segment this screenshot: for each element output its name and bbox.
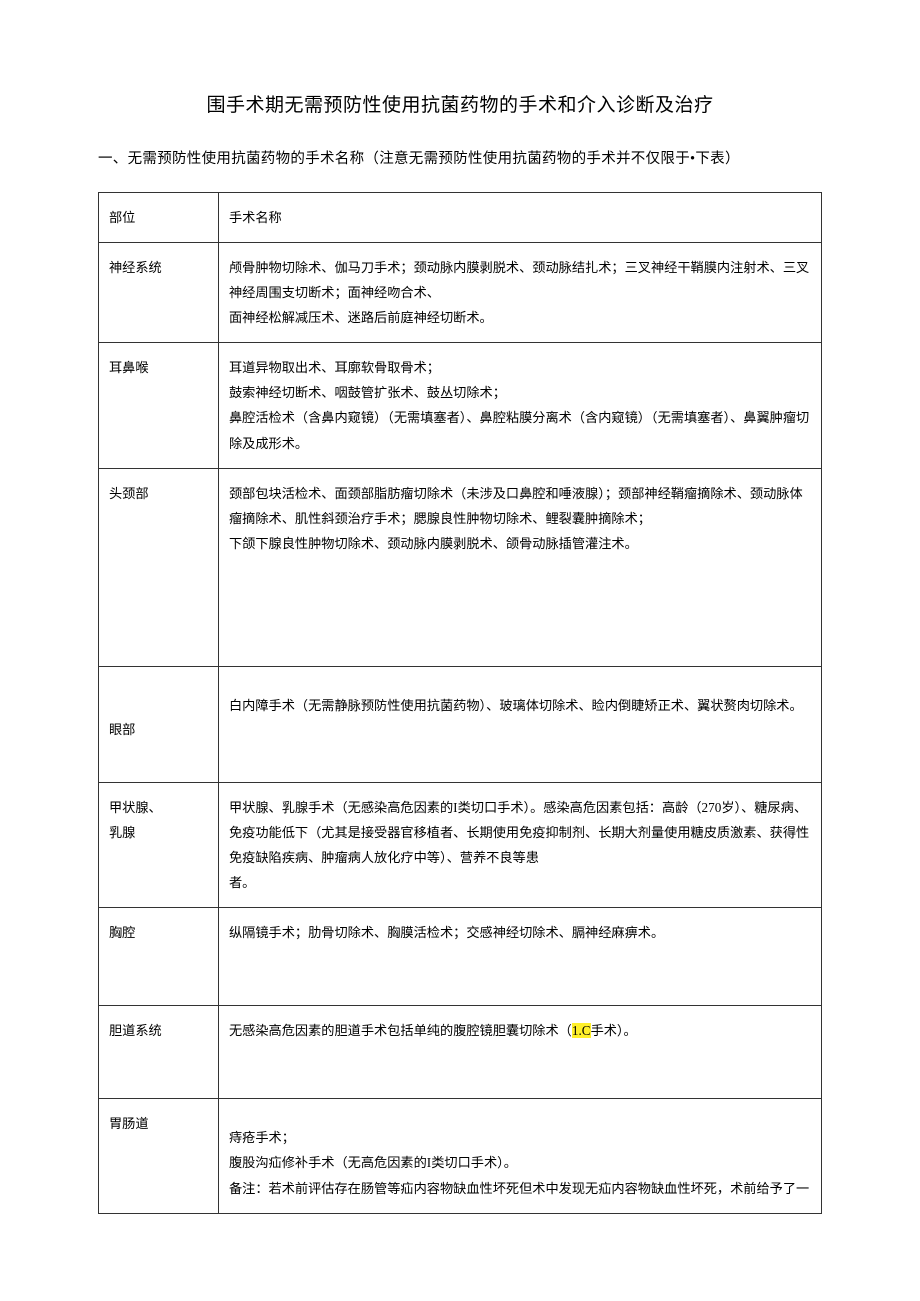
table-row: 胸腔纵隔镜手术；肋骨切除术、胸膜活检术；交感神经切除术、膈神经麻痹术。	[99, 908, 822, 1006]
table-row: 胆道系统无感染高危因素的胆道手术包括单纯的腹腔镜胆囊切除术（1.C手术）。	[99, 1006, 822, 1099]
highlighted-text: 1.C	[572, 1023, 591, 1038]
table-row: 眼部白内障手术（无需静脉预防性使用抗菌药物）、玻璃体切除术、睑内倒睫矫正术、翼状…	[99, 666, 822, 782]
table-row: 甲状腺、乳腺甲状腺、乳腺手术（无感染高危因素的I类切口手术）。感染高危因素包括：…	[99, 782, 822, 907]
cell-name: 痔疮手术；腹股沟疝修补手术（无高危因素的I类切口手术）。备注：若术前评估存在肠管…	[219, 1099, 822, 1213]
table-row: 神经系统颅骨肿物切除术、伽马刀手术；颈动脉内膜剥脱术、颈动脉结扎术；三叉神经干鞘…	[99, 243, 822, 343]
cell-name: 颈部包块活检术、面颈部脂肪瘤切除术（未涉及口鼻腔和唾液腺）；颈部神经鞘瘤摘除术、…	[219, 468, 822, 666]
cell-site: 头颈部	[99, 468, 219, 666]
column-header-site: 部位	[99, 193, 219, 243]
cell-name: 甲状腺、乳腺手术（无感染高危因素的I类切口手术）。感染高危因素包括：高龄（270…	[219, 782, 822, 907]
cell-name: 耳道异物取出术、耳廓软骨取骨术；鼓索神经切断术、咽鼓管扩张术、鼓丛切除术；鼻腔活…	[219, 343, 822, 468]
surgery-table: 部位手术名称神经系统颅骨肿物切除术、伽马刀手术；颈动脉内膜剥脱术、颈动脉结扎术；…	[98, 192, 822, 1214]
cell-name: 颅骨肿物切除术、伽马刀手术；颈动脉内膜剥脱术、颈动脉结扎术；三叉神经干鞘膜内注射…	[219, 243, 822, 343]
cell-site: 胆道系统	[99, 1006, 219, 1099]
column-header-name: 手术名称	[219, 193, 822, 243]
cell-site: 胃肠道	[99, 1099, 219, 1213]
cell-site: 眼部	[99, 666, 219, 782]
cell-site: 神经系统	[99, 243, 219, 343]
table-row: 头颈部颈部包块活检术、面颈部脂肪瘤切除术（未涉及口鼻腔和唾液腺）；颈部神经鞘瘤摘…	[99, 468, 822, 666]
document-title: 围手术期无需预防性使用抗菌药物的手术和介入诊断及治疗	[98, 90, 822, 117]
cell-name: 无感染高危因素的胆道手术包括单纯的腹腔镜胆囊切除术（1.C手术）。	[219, 1006, 822, 1099]
cell-name: 白内障手术（无需静脉预防性使用抗菌药物）、玻璃体切除术、睑内倒睫矫正术、翼状赘肉…	[219, 666, 822, 782]
table-row: 胃肠道痔疮手术；腹股沟疝修补手术（无高危因素的I类切口手术）。备注：若术前评估存…	[99, 1099, 822, 1213]
table-header-row: 部位手术名称	[99, 193, 822, 243]
cell-site: 胸腔	[99, 908, 219, 1006]
section-heading: 一、无需预防性使用抗菌药物的手术名称（注意无需预防性使用抗菌药物的手术并不仅限于…	[98, 147, 822, 168]
cell-site: 耳鼻喉	[99, 343, 219, 468]
cell-name: 纵隔镜手术；肋骨切除术、胸膜活检术；交感神经切除术、膈神经麻痹术。	[219, 908, 822, 1006]
cell-site: 甲状腺、乳腺	[99, 782, 219, 907]
table-row: 耳鼻喉耳道异物取出术、耳廓软骨取骨术；鼓索神经切断术、咽鼓管扩张术、鼓丛切除术；…	[99, 343, 822, 468]
